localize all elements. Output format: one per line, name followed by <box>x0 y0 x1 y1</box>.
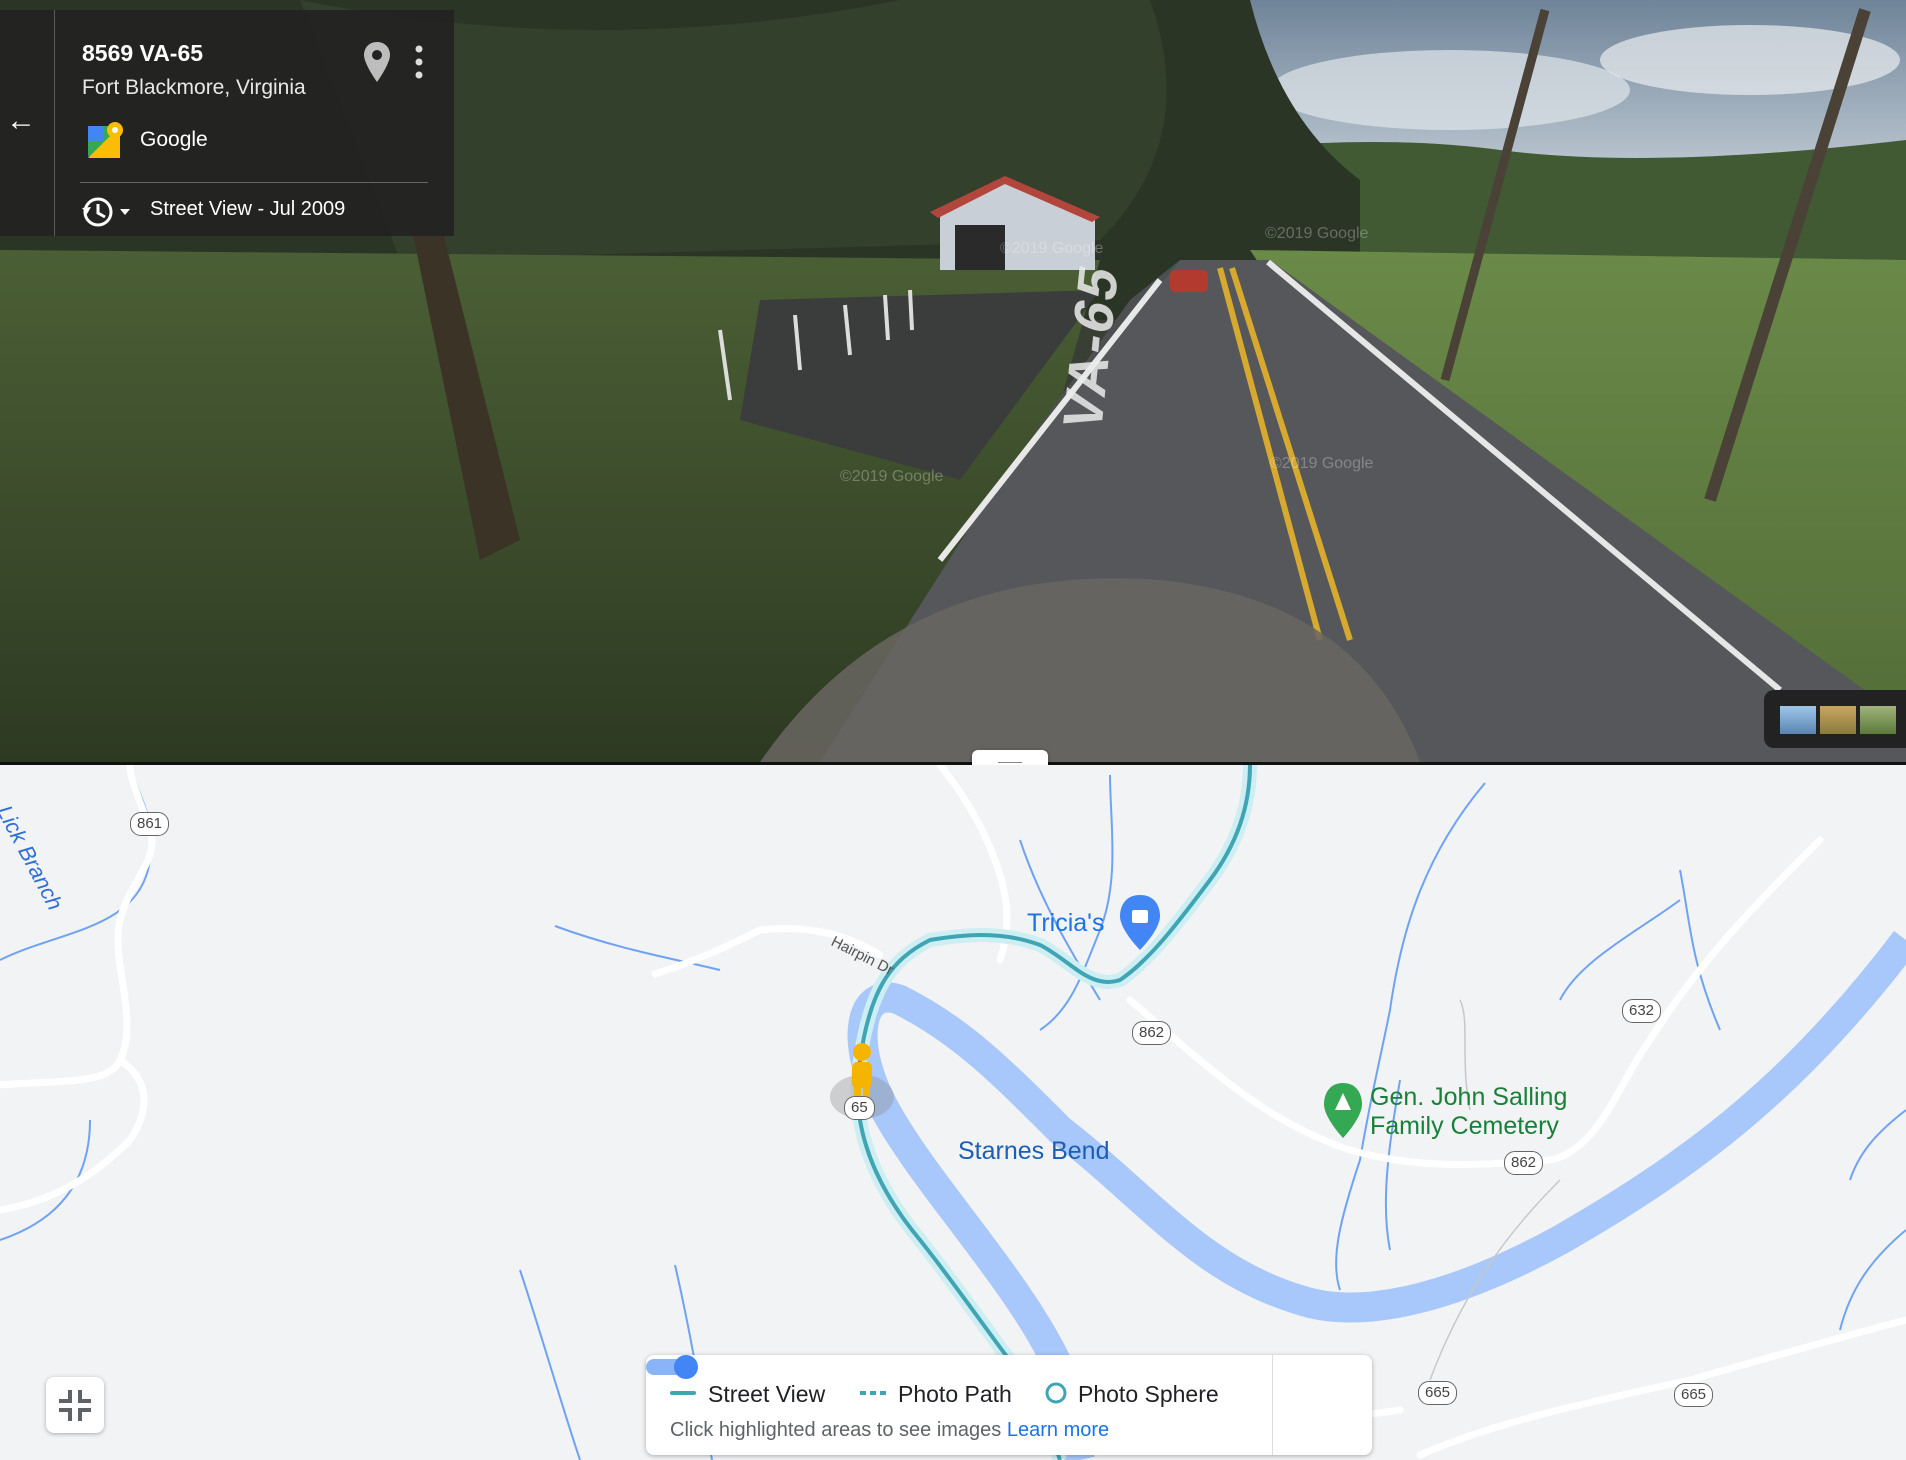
imagery-provider: Google <box>140 128 208 151</box>
copyright-watermark: ©2019 Google <box>1265 225 1369 242</box>
more-vert-icon[interactable] <box>412 44 426 80</box>
collapse-map-button[interactable] <box>46 1377 104 1433</box>
place-label-cemetery[interactable]: Gen. John Salling Family Cemetery <box>1370 1083 1600 1141</box>
route-shield: 665 <box>1418 1381 1458 1405</box>
route-shield: 862 <box>1504 1151 1544 1175</box>
coverage-toggle[interactable] <box>646 1355 698 1379</box>
street-view-info-card: ← 8569 VA-65 Fort Blackmore, Virginia Go… <box>0 10 454 236</box>
legend-hint: Click highlighted areas to see images Le… <box>670 1419 1109 1442</box>
fullscreen-exit-icon <box>59 1390 91 1421</box>
legend-photo-sphere: Photo Sphere <box>1078 1381 1219 1407</box>
photo-thumbnails[interactable] <box>1764 690 1906 748</box>
map-pane[interactable]: Lick Branch Hairpin Dr 861 862 862 632 6… <box>0 765 1906 1460</box>
photo-path-dotted-icon <box>860 1391 886 1395</box>
street-view-legend: Street View Photo Path Photo Sphere Clic… <box>646 1355 1372 1455</box>
dropdown-arrow-icon <box>120 209 130 215</box>
cemetery-marker-icon <box>1324 1083 1362 1138</box>
imagery-date[interactable]: Street View - Jul 2009 <box>150 198 345 221</box>
address-title: 8569 VA-65 <box>82 40 204 66</box>
legend-hint-text: Click highlighted areas to see images <box>670 1419 1002 1441</box>
route-shield: 861 <box>130 812 170 836</box>
copyright-watermark: ©2019 Google <box>840 468 944 485</box>
copyright-watermark: ©2019 Google <box>1270 455 1374 472</box>
back-arrow-icon: ← <box>6 104 36 137</box>
divider <box>80 182 428 183</box>
history-icon[interactable] <box>80 194 136 230</box>
back-button[interactable]: ← <box>0 10 55 236</box>
copyright-watermark: ©2019 Google <box>1000 240 1104 257</box>
route-shield: 665 <box>1674 1383 1714 1407</box>
route-shield: 65 <box>844 1096 875 1120</box>
place-label-tricias[interactable]: Tricia's <box>1027 909 1104 938</box>
google-maps-logo <box>88 122 123 158</box>
legend-street-view: Street View <box>708 1381 826 1407</box>
street-view-line-icon <box>670 1391 696 1395</box>
address-subtitle: Fort Blackmore, Virginia <box>82 76 306 99</box>
photo-sphere-circle-icon <box>1045 1382 1067 1404</box>
thumbnail[interactable] <box>1780 706 1816 734</box>
learn-more-link[interactable]: Learn more <box>1007 1419 1109 1441</box>
route-shield: 862 <box>1132 1021 1172 1045</box>
legend-separator <box>1272 1355 1273 1455</box>
legend-photo-path: Photo Path <box>898 1381 1012 1407</box>
location-pin-icon[interactable] <box>364 42 390 82</box>
thumbnail[interactable] <box>1860 706 1896 734</box>
thumbnail[interactable] <box>1820 706 1856 734</box>
area-label-starnes-bend: Starnes Bend <box>958 1137 1110 1165</box>
route-shield: 632 <box>1622 999 1662 1023</box>
street-view-pane[interactable]: ©2019 Google ©2019 Google ©2019 Google ©… <box>0 0 1906 762</box>
